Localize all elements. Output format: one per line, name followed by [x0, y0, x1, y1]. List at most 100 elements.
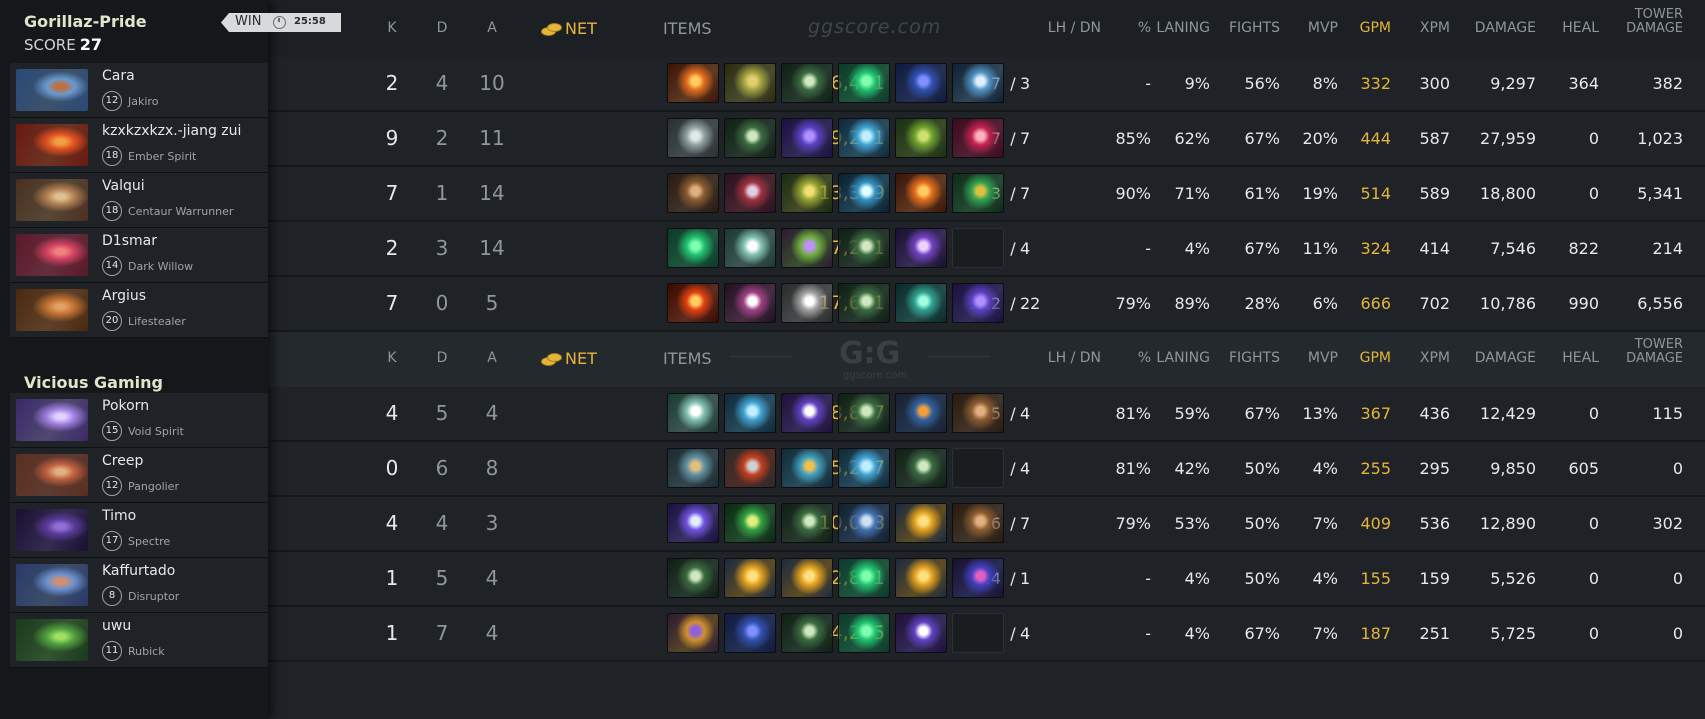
blue-blade-icon[interactable]	[838, 173, 890, 213]
sidebar-player[interactable]: D1smar 14 Dark Willow	[10, 228, 268, 283]
red-shield-icon[interactable]	[724, 173, 776, 213]
stats-row[interactable]: 70517,611222/2279%89%28%6%66670210,78699…	[268, 277, 1705, 332]
purple-hood-icon[interactable]	[952, 283, 1004, 323]
green-blade-icon[interactable]	[952, 173, 1004, 213]
purple-cape-icon[interactable]	[895, 613, 947, 653]
blue-scepter-icon[interactable]	[895, 393, 947, 433]
stats-row[interactable]: 711413,369153/790%71%61%19%51458918,8000…	[268, 167, 1705, 222]
sidebar-player[interactable]: Argius 20 Lifestealer	[10, 283, 268, 338]
green-staff-icon[interactable]	[838, 283, 890, 323]
sidebar-player[interactable]: Valqui 18 Centaur Warrunner	[10, 173, 268, 228]
watermark-logo: G:G	[839, 336, 901, 371]
green-boots-icon[interactable]	[838, 558, 890, 598]
red-cape-icon[interactable]	[952, 118, 1004, 158]
green-staff-icon[interactable]	[838, 228, 890, 268]
sidebar-player[interactable]: Cara 12 Jakiro	[10, 63, 268, 118]
purple-ring-icon[interactable]	[952, 558, 1004, 598]
player-name[interactable]: Cara	[102, 68, 135, 84]
stats-row[interactable]: 23147,29138/4-4%67%11%3244147,546822214	[268, 222, 1705, 277]
player-name[interactable]: kzxkzxkzx.-jiang zui	[102, 123, 241, 139]
green-staff-icon[interactable]	[781, 503, 833, 543]
laning-percent: 59%	[1174, 404, 1210, 423]
blue-hammer-icon[interactable]	[838, 503, 890, 543]
gold-mango-icon[interactable]	[895, 558, 947, 598]
player-name[interactable]: D1smar	[102, 233, 157, 249]
player-name[interactable]: Creep	[102, 453, 143, 469]
white-swirl-icon[interactable]	[724, 228, 776, 268]
silver-blade-icon[interactable]	[781, 283, 833, 323]
stats-row[interactable]: 92119,241117/785%62%67%20%44458727,95901…	[268, 112, 1705, 167]
sidebar-player[interactable]: Kaffurtado 8 Disruptor	[10, 558, 268, 613]
tower-damage: 0	[1672, 459, 1683, 478]
blue-gem-icon[interactable]	[724, 393, 776, 433]
lh-percent: -	[1145, 74, 1151, 93]
sidebar-player[interactable]: kzxkzxkzx.-jiang zui 18 Ember Spirit	[10, 118, 268, 173]
header-k: K	[387, 20, 397, 36]
green-staff-icon[interactable]	[667, 558, 719, 598]
green-armor-icon[interactable]	[895, 283, 947, 323]
blue-lantern-icon[interactable]	[667, 448, 719, 488]
blue-gem-icon[interactable]	[838, 448, 890, 488]
gold-ring-icon[interactable]	[781, 173, 833, 213]
blue-cape-icon[interactable]	[895, 63, 947, 103]
pink-bat-icon[interactable]	[724, 283, 776, 323]
blue-cape-icon[interactable]	[724, 613, 776, 653]
assists: 4	[485, 401, 499, 425]
hero-level-badge: 14	[102, 256, 122, 276]
stats-row[interactable]: 24106,43147/3-9%56%8%3323009,297364382	[268, 57, 1705, 112]
fire-orb-icon[interactable]	[895, 173, 947, 213]
player-name[interactable]: uwu	[102, 618, 131, 634]
stats-row[interactable]: 1542,81114/1-4%50%4%1551595,52600	[268, 552, 1705, 607]
clock-icon	[273, 16, 286, 29]
red-axe-icon[interactable]	[724, 448, 776, 488]
deaths: 4	[435, 71, 449, 95]
purple-hood-icon[interactable]	[781, 118, 833, 158]
gold-mango-icon[interactable]	[895, 503, 947, 543]
green-staff-icon[interactable]	[724, 118, 776, 158]
gold-disc-icon[interactable]	[781, 448, 833, 488]
sidebar-player[interactable]: Creep 12 Pangolier	[10, 448, 268, 503]
green-boots-icon[interactable]	[838, 63, 890, 103]
green-mage-icon[interactable]	[781, 228, 833, 268]
sidebar-player[interactable]: Pokorn 15 Void Spirit	[10, 393, 268, 448]
gold-creature-icon[interactable]	[724, 63, 776, 103]
sidebar-player[interactable]: uwu 11 Rubick	[10, 613, 268, 668]
fire-burst-icon[interactable]	[667, 283, 719, 323]
stats-row[interactable]: 1744,22541/4-4%67%7%1872515,72500	[268, 607, 1705, 662]
green-boots-icon[interactable]	[667, 228, 719, 268]
player-name[interactable]: Timo	[102, 508, 136, 524]
gold-mango-icon[interactable]	[724, 558, 776, 598]
green-staff-icon[interactable]	[895, 448, 947, 488]
player-name[interactable]: Pokorn	[102, 398, 149, 414]
gold-coin-icon	[541, 353, 562, 366]
fire-orb-icon[interactable]	[667, 63, 719, 103]
green-orb-icon[interactable]	[895, 118, 947, 158]
leather-boots-icon[interactable]	[667, 173, 719, 213]
green-staff-icon[interactable]	[781, 63, 833, 103]
white-swirl-icon[interactable]	[667, 393, 719, 433]
blue-gem-icon[interactable]	[838, 118, 890, 158]
green-staff-icon[interactable]	[838, 393, 890, 433]
potion-flask-icon[interactable]	[952, 63, 1004, 103]
stone-mushroom-icon[interactable]	[667, 118, 719, 158]
stats-row[interactable]: 0685,24789/481%42%50%4%2552959,8506050	[268, 442, 1705, 497]
leather-boots-icon[interactable]	[952, 503, 1004, 543]
tower-damage: 115	[1652, 404, 1683, 423]
purple-blade-icon[interactable]	[667, 503, 719, 543]
player-name[interactable]: Kaffurtado	[102, 563, 175, 579]
gold-gourd-icon[interactable]	[667, 613, 719, 653]
xp-per-minute: 436	[1419, 404, 1450, 423]
green-boots-icon[interactable]	[838, 613, 890, 653]
stats-row[interactable]: 44310,018166/779%53%50%7%40953612,890030…	[268, 497, 1705, 552]
gold-mango-icon[interactable]	[781, 558, 833, 598]
player-name[interactable]: Argius	[102, 288, 146, 304]
purple-cape-icon[interactable]	[781, 393, 833, 433]
stats-row[interactable]: 4548,827135/481%59%67%13%36743612,429011…	[268, 387, 1705, 442]
tower-damage: 6,556	[1637, 294, 1683, 313]
green-staff-icon[interactable]	[781, 613, 833, 653]
sidebar-player[interactable]: Timo 17 Spectre	[10, 503, 268, 558]
player-name[interactable]: Valqui	[102, 178, 145, 194]
leather-boots-icon[interactable]	[952, 393, 1004, 433]
green-dagger-icon[interactable]	[724, 503, 776, 543]
purple-orb-icon[interactable]	[895, 228, 947, 268]
